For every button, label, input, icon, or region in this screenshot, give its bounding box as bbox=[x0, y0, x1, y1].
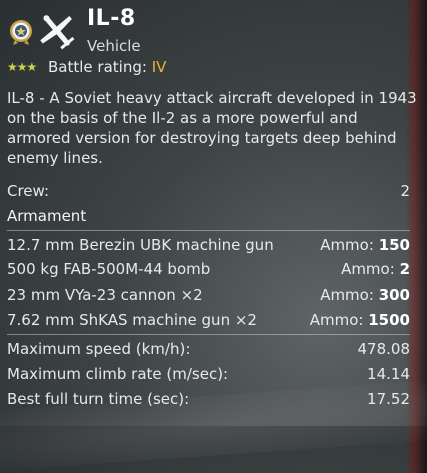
stat-row: Maximum climb rate (m/sec): 14.14 bbox=[7, 363, 410, 385]
crew-row: Crew: 2 bbox=[7, 180, 410, 202]
armament-ammo: Ammo: 150 bbox=[320, 236, 410, 254]
rank-medal-icon bbox=[10, 20, 32, 45]
armament-row: 7.62 mm ShKAS machine gun ×2 Ammo: 1500 bbox=[7, 309, 410, 331]
stat-row: Maximum speed (km/h): 478.08 bbox=[7, 338, 410, 360]
stat-value: 478.08 bbox=[357, 340, 411, 358]
armament-title: Armament bbox=[7, 207, 87, 225]
crew-label: Crew: bbox=[7, 182, 50, 200]
battle-rating-value: IV bbox=[151, 58, 167, 76]
stat-label: Maximum speed (km/h): bbox=[7, 340, 191, 358]
armament-name: 12.7 mm Berezin UBK machine gun bbox=[7, 236, 274, 254]
armament-row: 23 mm VYa-23 cannon ×2 Ammo: 300 bbox=[7, 284, 410, 306]
stat-value: 14.14 bbox=[367, 365, 410, 383]
stat-value: 17.52 bbox=[367, 390, 410, 408]
stats-divider bbox=[7, 334, 410, 335]
stat-label: Maximum climb rate (m/sec): bbox=[7, 365, 229, 383]
armament-name: 7.62 mm ShKAS machine gun ×2 bbox=[7, 311, 257, 329]
armament-name: 23 mm VYa-23 cannon ×2 bbox=[7, 286, 203, 304]
vehicle-description: IL-8 - A Soviet heavy attack aircraft de… bbox=[7, 89, 417, 167]
vehicle-header: IL-8 Vehicle ★★★ Battle rating: IV bbox=[0, 0, 427, 80]
armament-ammo: Ammo: 2 bbox=[341, 260, 410, 278]
armament-name: 500 kg FAB-500M-44 bomb bbox=[7, 260, 211, 278]
vehicle-title: IL-8 bbox=[87, 6, 136, 31]
battle-rating: Battle rating: IV bbox=[48, 58, 166, 76]
armament-ammo: Ammo: 1500 bbox=[309, 311, 410, 329]
armament-ammo: Ammo: 300 bbox=[320, 286, 410, 304]
armament-divider bbox=[7, 230, 410, 231]
armament-row: 500 kg FAB-500M-44 bomb Ammo: 2 bbox=[7, 258, 410, 280]
vehicle-type: Vehicle bbox=[87, 37, 141, 55]
rank-stars: ★★★ bbox=[7, 60, 37, 74]
battle-rating-label: Battle rating: bbox=[48, 58, 147, 76]
crew-value: 2 bbox=[400, 182, 410, 200]
armament-row: 12.7 mm Berezin UBK machine gun Ammo: 15… bbox=[7, 234, 410, 256]
attack-aircraft-icon bbox=[40, 15, 75, 50]
stat-label: Best full turn time (sec): bbox=[7, 390, 190, 408]
stat-row: Best full turn time (sec): 17.52 bbox=[7, 388, 410, 410]
